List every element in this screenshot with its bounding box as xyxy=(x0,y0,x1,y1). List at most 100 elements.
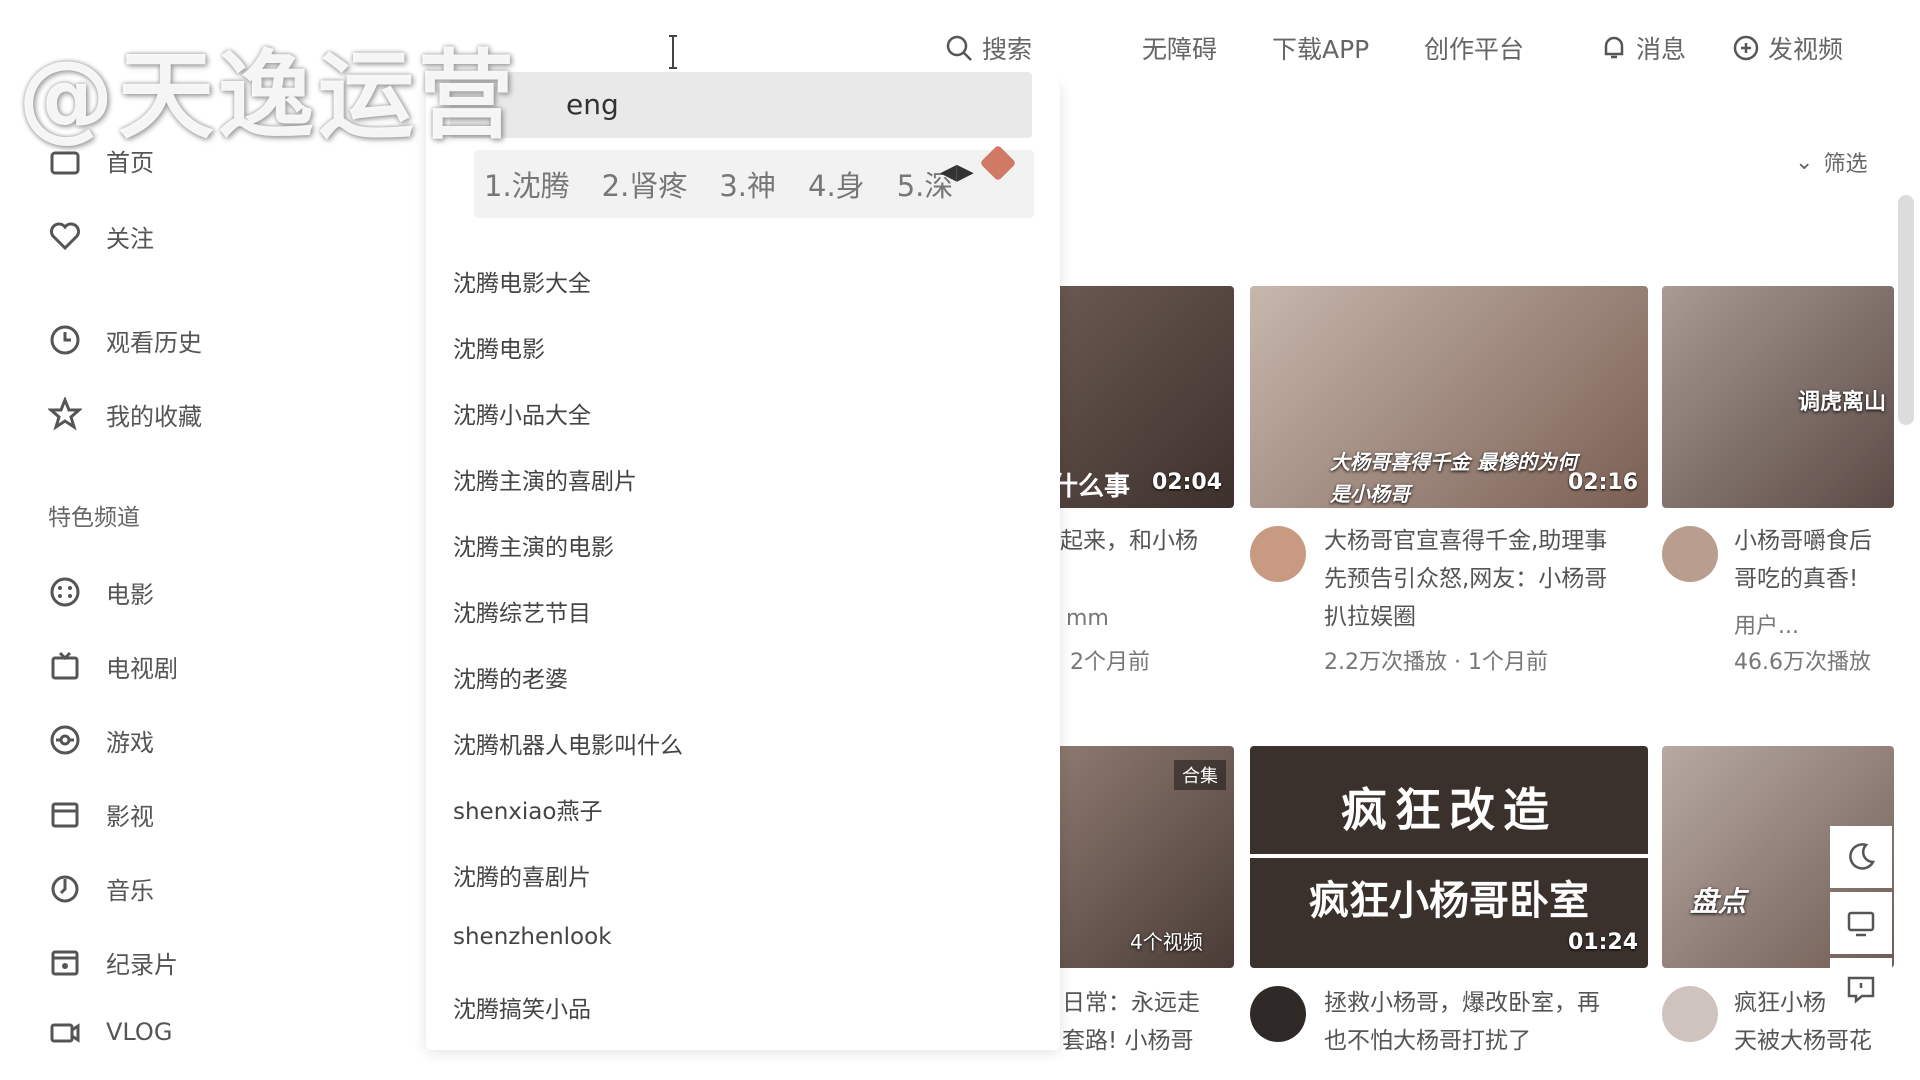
sidebar-item-label: 我的收藏 xyxy=(106,402,202,431)
avatar[interactable] xyxy=(1250,986,1306,1042)
ime-candidate[interactable]: 4.身 xyxy=(808,163,865,205)
sidebar-item-label: 音乐 xyxy=(106,876,154,905)
ime-page-arrows-icon[interactable]: ◀▶ xyxy=(940,160,974,185)
sidebar-item-label: 电视剧 xyxy=(106,654,178,683)
video-title-line: 大杨哥官宣喜得千金,助理事 xyxy=(1324,528,1608,554)
chevron-down-icon: ⌄ xyxy=(1795,149,1814,175)
video-title-line: 日常：永远走 xyxy=(1062,990,1200,1016)
search-suggestion[interactable]: 沈腾机器人电影叫什么 xyxy=(453,726,683,760)
sidebar-channel-music[interactable]: 音乐 xyxy=(48,864,154,912)
header-link-upload[interactable]: 发视频 xyxy=(1732,30,1843,66)
music-icon xyxy=(51,875,79,903)
scrollbar[interactable] xyxy=(1898,195,1914,425)
video-thumbnail[interactable]: 大杨哥喜得千金 最惨的为何是小杨哥 02:16 xyxy=(1250,286,1648,508)
search-suggestion[interactable]: 沈腾的老婆 xyxy=(453,660,568,694)
dark-mode-toggle[interactable] xyxy=(1830,826,1892,888)
video-title[interactable]: 小杨哥嚼食后 哥吃的真香! xyxy=(1734,522,1894,598)
search-suggestion[interactable]: 沈腾的喜剧片 xyxy=(453,858,591,892)
sidebar-item-favorites[interactable]: 我的收藏 xyxy=(48,390,202,438)
video-thumbnail[interactable]: 什么事 02:04 xyxy=(1042,286,1234,508)
sidebar-item-label: 观看历史 xyxy=(106,328,202,357)
sidebar-channel-movie[interactable]: 电影 xyxy=(48,568,154,616)
ime-composition-bar: eng xyxy=(450,72,1032,138)
search-suggestion[interactable]: shenxiao燕子 xyxy=(453,792,602,826)
moon-icon xyxy=(1849,843,1876,870)
video-title-line: 拯救小杨哥，爆改卧室，再 xyxy=(1324,990,1600,1016)
screen-cast-button[interactable] xyxy=(1830,892,1892,954)
tv-icon xyxy=(51,651,79,680)
feedback-button[interactable] xyxy=(1830,958,1892,1020)
thumb-divider xyxy=(1250,854,1648,858)
sidebar-item-label: 影视 xyxy=(106,802,154,831)
video-meta: 46.6万次播放 xyxy=(1734,650,1871,675)
sidebar-item-label: 电影 xyxy=(106,580,154,609)
thumb-text: 盘点 xyxy=(1690,885,1747,918)
search-suggestion[interactable]: 沈腾综艺节目 xyxy=(453,594,591,628)
avatar[interactable] xyxy=(1662,526,1718,582)
clock-icon xyxy=(50,325,80,355)
filter-label: 筛选 xyxy=(1823,152,1868,177)
watermark: @天逸运营 xyxy=(18,40,518,152)
header-link-accessibility[interactable]: 无障碍 xyxy=(1142,30,1217,66)
sidebar-item-history[interactable]: 观看历史 xyxy=(48,316,202,364)
video-thumbnail[interactable]: 合集 4个视频 xyxy=(1042,746,1234,968)
duration-label: 01:24 xyxy=(1568,930,1639,955)
video-title[interactable]: 大杨哥官宣喜得千金,助理事 先预告引众怒,网友：小杨哥 扒拉娱圈 xyxy=(1324,522,1654,636)
filter-button[interactable]: ⌄ 筛选 xyxy=(1795,146,1867,178)
plus-circle-icon xyxy=(1733,35,1759,61)
sidebar-channel-game[interactable]: 游戏 xyxy=(48,716,154,764)
thumb-text: 大杨哥喜得千金 最惨的为何是小杨哥 xyxy=(1330,450,1577,506)
video-thumbnail[interactable]: 调虎离山 xyxy=(1662,286,1894,508)
video-author[interactable]: 用户... xyxy=(1734,608,1799,640)
film-icon xyxy=(50,577,80,607)
thumb-text: 什么事 xyxy=(1052,472,1131,502)
search-suggestion[interactable]: 沈腾电影 xyxy=(453,330,545,364)
avatar[interactable] xyxy=(1662,986,1718,1042)
feedback-icon xyxy=(1847,976,1875,1004)
thumb-text: 调虎离山 xyxy=(1798,390,1887,415)
video-title-line: 套路! 小杨哥 xyxy=(1062,1028,1194,1054)
header-link-messages[interactable]: 消息 xyxy=(1600,30,1686,66)
header-link-label: 下载APP xyxy=(1272,35,1370,64)
header-link-label: 消息 xyxy=(1636,35,1687,64)
search-suggestion[interactable]: 沈腾电影大全 xyxy=(453,264,591,298)
header-link-creator[interactable]: 创作平台 xyxy=(1424,30,1524,66)
video-title-line: 哥吃的真香! xyxy=(1734,566,1859,592)
vlog-camera-icon xyxy=(50,1023,80,1043)
ime-candidate[interactable]: 3.神 xyxy=(719,163,776,205)
video-title[interactable]: 拯救小杨哥，爆改卧室，再 也不怕大杨哥打扰了 xyxy=(1324,984,1654,1060)
sidebar-item-label: 游戏 xyxy=(106,728,154,757)
ime-candidate[interactable]: 1.沈腾 xyxy=(484,163,570,205)
game-icon xyxy=(50,725,80,755)
search-suggestions-panel xyxy=(426,84,1060,1050)
video-title[interactable]: 起来，和小杨 xyxy=(1060,522,1198,560)
header-link-download-app[interactable]: 下载APP xyxy=(1272,30,1369,66)
sidebar-channel-documentary[interactable]: 纪录片 xyxy=(48,938,178,986)
monitor-icon xyxy=(1847,911,1875,937)
video-thumbnail[interactable]: 疯狂改造 疯狂小杨哥卧室 01:24 xyxy=(1250,746,1648,968)
duration-label: 02:04 xyxy=(1152,470,1223,495)
video-title-line: 小杨哥嚼食后 xyxy=(1734,528,1872,554)
video-meta: 2个月前 xyxy=(1070,650,1150,675)
sidebar-item-follow[interactable]: 关注 xyxy=(48,212,154,260)
avatar[interactable] xyxy=(1250,526,1306,582)
bell-icon xyxy=(1604,36,1624,59)
ime-candidate[interactable]: 2.肾疼 xyxy=(602,163,688,205)
search-button[interactable]: 搜索 xyxy=(944,30,1032,66)
sidebar-channel-vlog[interactable]: VLOG xyxy=(48,1008,172,1056)
search-suggestion[interactable]: 沈腾小品大全 xyxy=(453,396,591,430)
search-suggestion[interactable]: shenzhenlook xyxy=(453,924,612,950)
search-button-label: 搜索 xyxy=(982,35,1033,64)
search-suggestion[interactable]: 沈腾主演的喜剧片 xyxy=(453,462,637,496)
heart-icon xyxy=(50,222,80,251)
sidebar-channel-film[interactable]: 影视 xyxy=(48,790,154,838)
duration-label: 02:16 xyxy=(1568,470,1639,495)
search-suggestion[interactable]: 沈腾搞笑小品 xyxy=(453,990,591,1024)
video-author[interactable]: mm xyxy=(1066,606,1109,631)
video-title[interactable]: 日常：永远走 套路! 小杨哥 xyxy=(1062,984,1232,1060)
sidebar-item-label: 关注 xyxy=(106,224,154,253)
sidebar-channel-tv[interactable]: 电视剧 xyxy=(48,642,178,690)
text-cursor-icon xyxy=(667,34,677,69)
search-suggestion[interactable]: 沈腾主演的电影 xyxy=(453,528,614,562)
sidebar-item-label: VLOG xyxy=(106,1018,173,1046)
